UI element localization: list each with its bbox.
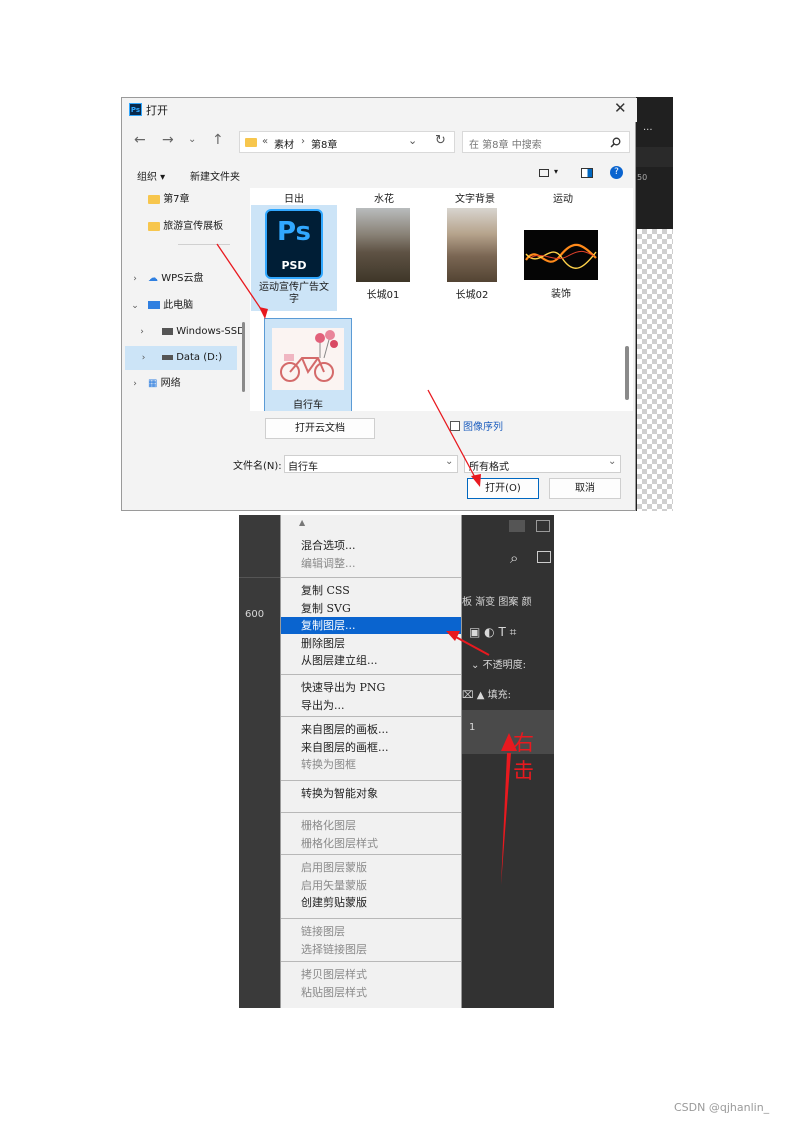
- watermark: CSDN @qjhanlin_: [674, 1101, 770, 1114]
- context-menu-screenshot: 600 ⌕ 板 渐变 图案 颜 ▣ ◐ T ⌗ ⌄ 不透明度: ⌧ ▲ 填充: …: [239, 515, 554, 1008]
- open-dialog-screenshot: ··· 50 Ps 打开 ✕ ← → ⌄ ↑ « 素材 › 第8章 ⌄ ↻ 在: [121, 97, 673, 511]
- annotation-text: 击: [513, 759, 534, 783]
- annotation-arrows: [216, 243, 481, 487]
- annotation-text: 右: [513, 731, 534, 755]
- annotation-arrows: [446, 631, 517, 885]
